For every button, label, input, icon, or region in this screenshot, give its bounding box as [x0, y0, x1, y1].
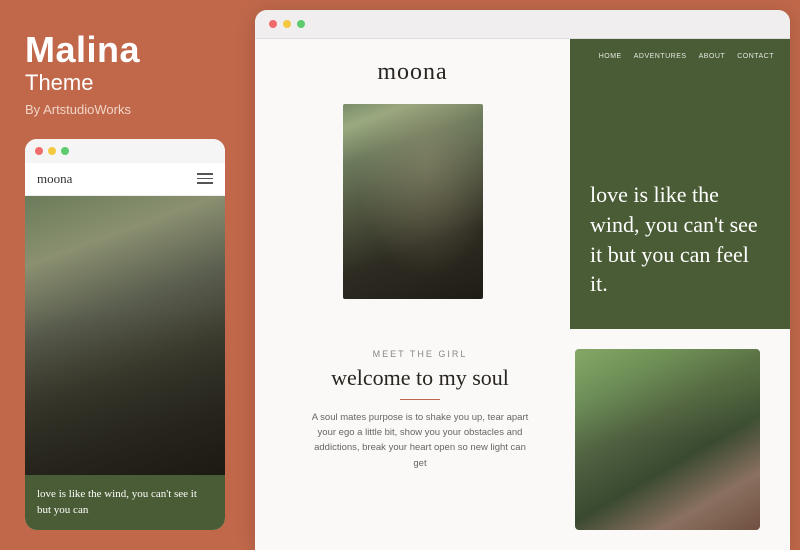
- dot-yellow: [48, 147, 56, 155]
- browser-dot-yellow: [283, 20, 291, 28]
- hero-section: HOME ADVENTURES ABOUT CONTACT love is li…: [570, 39, 790, 329]
- hamburger-line-3: [197, 182, 213, 184]
- main-hero-image-container: [343, 104, 483, 299]
- theme-title: Malina Theme By ArtstudioWorks: [25, 30, 225, 139]
- hamburger-line-2: [197, 178, 213, 180]
- browser-dot-green: [297, 20, 305, 28]
- nav-about[interactable]: ABOUT: [699, 53, 726, 60]
- outdoor-image-container: [575, 349, 760, 530]
- outdoor-couple-image: [575, 349, 760, 530]
- wedding-couple-image-main: [343, 104, 483, 299]
- wedding-couple-image-mobile: [25, 196, 225, 476]
- mobile-preview-card: moona love is like the wind, you can't s…: [25, 139, 225, 530]
- site-navigation: HOME ADVENTURES ABOUT CONTACT: [570, 39, 790, 60]
- welcome-body-text: A soul mates purpose is to shake you up,…: [310, 410, 530, 471]
- hamburger-menu-icon[interactable]: [197, 173, 213, 184]
- divider: [400, 399, 440, 400]
- mobile-quote-block: love is like the wind, you can't see it …: [25, 475, 225, 530]
- welcome-section: MEET THE GIRL welcome to my soul A soul …: [285, 349, 555, 530]
- browser-dot-red: [269, 20, 277, 28]
- dot-green: [61, 147, 69, 155]
- browser-chrome: [255, 10, 790, 39]
- welcome-title: welcome to my soul: [331, 365, 509, 391]
- content-left: moona: [255, 39, 570, 329]
- mobile-site-logo: moona: [37, 171, 72, 187]
- mobile-quote-text: love is like the wind, you can't see it …: [37, 488, 197, 515]
- nav-adventures[interactable]: ADVENTURES: [634, 53, 687, 60]
- theme-author: By ArtstudioWorks: [25, 102, 225, 117]
- hero-quote-block: love is like the wind, you can't see it …: [570, 164, 790, 329]
- hero-quote-text: love is like the wind, you can't see it …: [590, 180, 770, 299]
- browser-body: moona HOME ADVENTURES ABOUT CONTACT love…: [255, 39, 790, 550]
- meet-label: MEET THE GIRL: [373, 349, 468, 359]
- mobile-window-dots: [25, 139, 225, 163]
- nav-contact[interactable]: CONTACT: [737, 53, 774, 60]
- theme-name: Malina: [25, 30, 225, 70]
- hamburger-line-1: [197, 173, 213, 175]
- nav-home[interactable]: HOME: [599, 53, 622, 60]
- sidebar: Malina Theme By ArtstudioWorks moona lov…: [0, 0, 245, 550]
- browser-window: moona HOME ADVENTURES ABOUT CONTACT love…: [255, 10, 790, 550]
- site-logo: moona: [377, 59, 447, 86]
- theme-subtitle: Theme: [25, 70, 225, 96]
- mobile-nav: moona: [25, 163, 225, 196]
- browser-bottom-section: MEET THE GIRL welcome to my soul A soul …: [255, 329, 790, 550]
- dot-red: [35, 147, 43, 155]
- mobile-hero-image: [25, 196, 225, 476]
- browser-top-section: moona HOME ADVENTURES ABOUT CONTACT love…: [255, 39, 790, 329]
